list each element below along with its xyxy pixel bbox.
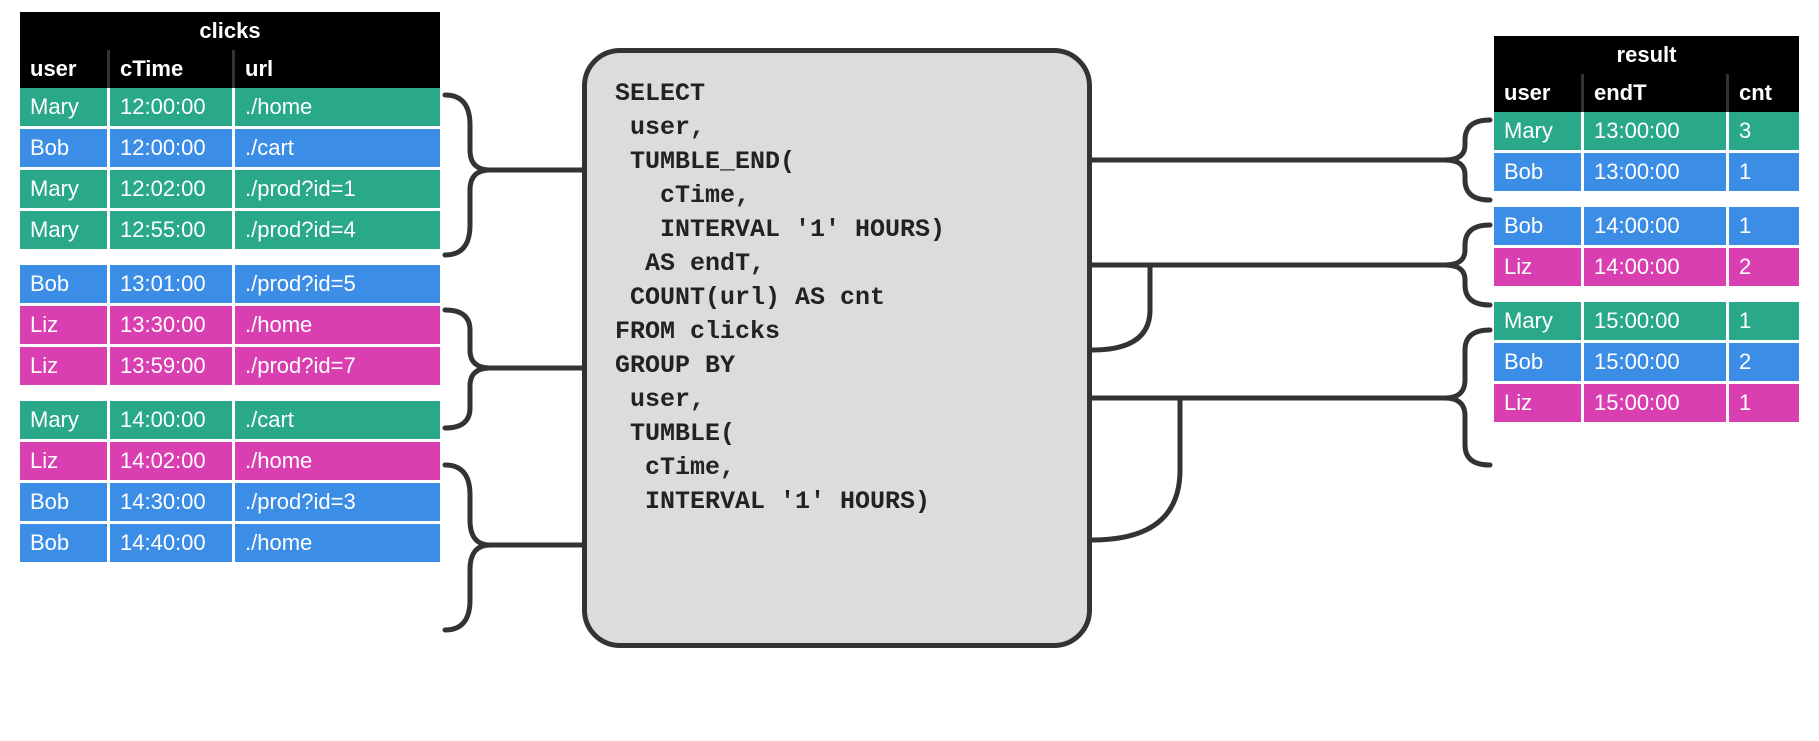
cell-endt: 13:00:00 (1584, 153, 1729, 191)
cell-user: Mary (20, 170, 110, 208)
cell-endt: 14:00:00 (1584, 248, 1729, 286)
table-row: Bob12:00:00./cart (20, 129, 440, 167)
col-cnt: cnt (1729, 74, 1799, 112)
cell-cnt: 2 (1729, 343, 1799, 381)
sql-query-box: SELECT user, TUMBLE_END( cTime, INTERVAL… (582, 48, 1092, 648)
clicks-table: clicks user cTime url Mary12:00:00./home… (20, 12, 440, 578)
cell-cnt: 1 (1729, 302, 1799, 340)
clicks-group: Mary14:00:00./cartLiz14:02:00./homeBob14… (20, 401, 440, 562)
col-endt: endT (1584, 74, 1729, 112)
result-group: Mary13:00:003Bob13:00:001 (1494, 112, 1799, 191)
table-row: Liz14:02:00./home (20, 442, 440, 480)
cell-ctime: 12:00:00 (110, 88, 235, 126)
cell-url: ./home (235, 88, 440, 126)
cell-ctime: 14:00:00 (110, 401, 235, 439)
table-row: Liz14:00:002 (1494, 248, 1799, 286)
cell-ctime: 13:01:00 (110, 265, 235, 303)
cell-url: ./cart (235, 129, 440, 167)
result-header: user endT cnt (1494, 74, 1799, 112)
table-row: Mary15:00:001 (1494, 302, 1799, 340)
cell-url: ./cart (235, 401, 440, 439)
cell-user: Mary (20, 211, 110, 249)
cell-ctime: 12:55:00 (110, 211, 235, 249)
cell-user: Mary (20, 88, 110, 126)
clicks-group: Mary12:00:00./homeBob12:00:00./cartMary1… (20, 88, 440, 249)
col-ctime: cTime (110, 50, 235, 88)
cell-user: Bob (1494, 207, 1584, 245)
cell-user: Bob (1494, 153, 1584, 191)
table-row: Liz13:30:00./home (20, 306, 440, 344)
cell-endt: 15:00:00 (1584, 302, 1729, 340)
table-row: Mary12:55:00./prod?id=4 (20, 211, 440, 249)
cell-ctime: 12:00:00 (110, 129, 235, 167)
result-title: result (1494, 36, 1799, 74)
cell-ctime: 14:02:00 (110, 442, 235, 480)
result-table: result user endT cnt Mary13:00:003Bob13:… (1494, 36, 1799, 438)
clicks-title: clicks (20, 12, 440, 50)
clicks-header: user cTime url (20, 50, 440, 88)
cell-user: Liz (20, 347, 110, 385)
cell-url: ./prod?id=1 (235, 170, 440, 208)
cell-user: Liz (1494, 384, 1584, 422)
cell-user: Liz (20, 306, 110, 344)
cell-cnt: 1 (1729, 207, 1799, 245)
cell-url: ./prod?id=5 (235, 265, 440, 303)
cell-endt: 15:00:00 (1584, 343, 1729, 381)
cell-cnt: 3 (1729, 112, 1799, 150)
table-row: Mary14:00:00./cart (20, 401, 440, 439)
cell-endt: 13:00:00 (1584, 112, 1729, 150)
cell-url: ./home (235, 524, 440, 562)
sql-code: SELECT user, TUMBLE_END( cTime, INTERVAL… (615, 77, 1059, 519)
col-user: user (1494, 74, 1584, 112)
cell-cnt: 1 (1729, 384, 1799, 422)
table-row: Bob13:00:001 (1494, 153, 1799, 191)
cell-ctime: 14:30:00 (110, 483, 235, 521)
cell-user: Bob (1494, 343, 1584, 381)
result-group: Mary15:00:001Bob15:00:002Liz15:00:001 (1494, 302, 1799, 422)
cell-url: ./prod?id=4 (235, 211, 440, 249)
cell-endt: 15:00:00 (1584, 384, 1729, 422)
cell-user: Bob (20, 524, 110, 562)
cell-user: Liz (1494, 248, 1584, 286)
cell-user: Liz (20, 442, 110, 480)
cell-user: Mary (1494, 302, 1584, 340)
cell-user: Mary (20, 401, 110, 439)
table-row: Bob14:30:00./prod?id=3 (20, 483, 440, 521)
clicks-group: Bob13:01:00./prod?id=5Liz13:30:00./homeL… (20, 265, 440, 385)
table-row: Mary12:02:00./prod?id=1 (20, 170, 440, 208)
cell-url: ./prod?id=3 (235, 483, 440, 521)
cell-cnt: 1 (1729, 153, 1799, 191)
cell-ctime: 13:59:00 (110, 347, 235, 385)
cell-url: ./home (235, 442, 440, 480)
table-row: Bob14:40:00./home (20, 524, 440, 562)
table-row: Mary13:00:003 (1494, 112, 1799, 150)
cell-endt: 14:00:00 (1584, 207, 1729, 245)
col-user: user (20, 50, 110, 88)
cell-url: ./home (235, 306, 440, 344)
col-url: url (235, 50, 440, 88)
table-row: Liz15:00:001 (1494, 384, 1799, 422)
table-row: Bob13:01:00./prod?id=5 (20, 265, 440, 303)
cell-ctime: 13:30:00 (110, 306, 235, 344)
table-row: Mary12:00:00./home (20, 88, 440, 126)
table-row: Liz13:59:00./prod?id=7 (20, 347, 440, 385)
cell-ctime: 14:40:00 (110, 524, 235, 562)
cell-cnt: 2 (1729, 248, 1799, 286)
cell-user: Bob (20, 483, 110, 521)
cell-url: ./prod?id=7 (235, 347, 440, 385)
table-row: Bob14:00:001 (1494, 207, 1799, 245)
result-group: Bob14:00:001Liz14:00:002 (1494, 207, 1799, 286)
table-row: Bob15:00:002 (1494, 343, 1799, 381)
cell-user: Bob (20, 265, 110, 303)
cell-user: Mary (1494, 112, 1584, 150)
cell-ctime: 12:02:00 (110, 170, 235, 208)
cell-user: Bob (20, 129, 110, 167)
